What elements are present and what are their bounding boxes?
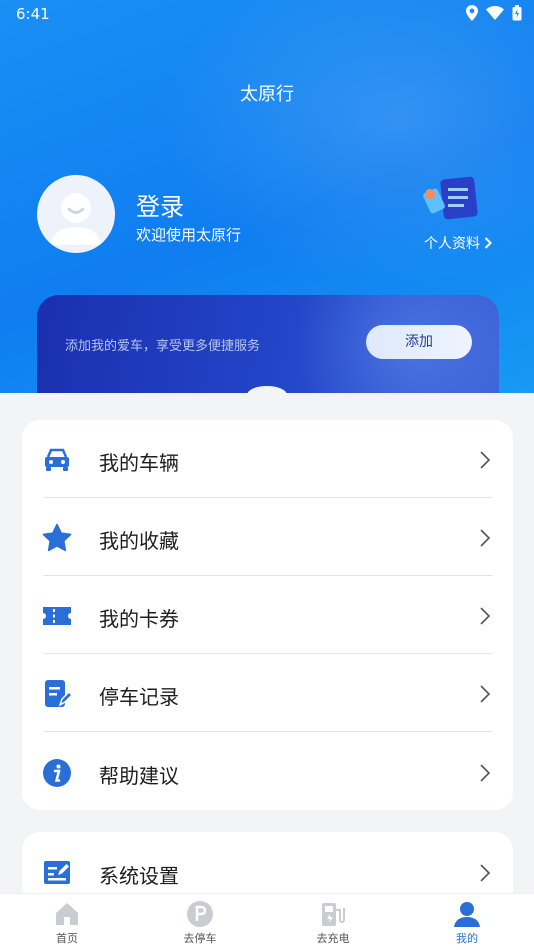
- wifi-icon: [486, 6, 504, 20]
- tab-charging[interactable]: 去充电: [293, 900, 373, 946]
- star-icon: [42, 523, 72, 552]
- ticket-icon: [43, 607, 71, 625]
- add-car-hint: 添加我的爱车，享受更多便捷服务: [65, 339, 261, 354]
- add-car-button[interactable]: 添加: [366, 325, 472, 359]
- page-title: 太原行: [240, 84, 294, 105]
- status-bar: 6:41: [0, 0, 534, 28]
- menu-item-vehicles[interactable]: 我的车辆: [22, 420, 513, 498]
- menu-label: 停车记录: [99, 685, 179, 709]
- info-icon: [43, 759, 71, 787]
- chevron-right-icon: [480, 685, 491, 703]
- sheet-notch: [247, 386, 287, 404]
- chevron-right-icon: [480, 529, 491, 547]
- tab-label: 首页: [56, 932, 78, 945]
- chevron-right-icon: [480, 451, 491, 469]
- chevron-right-icon: [484, 237, 492, 249]
- menu-label: 帮助建议: [99, 764, 179, 788]
- parking-icon: [187, 901, 213, 927]
- tab-label: 我的: [456, 932, 478, 945]
- status-icons: [466, 5, 522, 21]
- login-button[interactable]: 登录: [136, 187, 184, 222]
- chevron-right-icon: [480, 864, 491, 882]
- charging-icon: [322, 903, 345, 926]
- menu-card: 我的车辆 我的收藏 我的卡券 停车记录 帮助建议: [22, 420, 513, 810]
- menu-label: 我的收藏: [99, 529, 179, 553]
- bottom-tab-bar: 首页 去停车 去充电 我的: [0, 893, 534, 950]
- menu-item-favorites[interactable]: 我的收藏: [22, 498, 513, 576]
- settings-icon: [44, 861, 70, 884]
- record-icon: [45, 680, 72, 707]
- menu-label: 系统设置: [99, 864, 179, 888]
- battery-icon: [512, 5, 522, 21]
- menu-item-parking-records[interactable]: 停车记录: [22, 654, 513, 732]
- status-time: 6:41: [16, 5, 50, 23]
- chevron-right-icon: [480, 607, 491, 625]
- tab-home[interactable]: 首页: [27, 900, 107, 946]
- tab-label: 去充电: [316, 932, 350, 945]
- tab-parking[interactable]: 去停车: [160, 900, 240, 946]
- welcome-text: 欢迎使用太原行: [136, 226, 242, 244]
- divider: [43, 731, 493, 732]
- menu-item-help[interactable]: 帮助建议: [22, 733, 513, 811]
- menu-label: 我的车辆: [99, 451, 179, 475]
- menu-item-coupons[interactable]: 我的卡券: [22, 576, 513, 654]
- location-icon: [466, 5, 478, 21]
- car-icon: [45, 448, 69, 471]
- avatar[interactable]: [37, 175, 115, 253]
- home-icon: [56, 903, 78, 925]
- chevron-right-icon: [480, 764, 491, 782]
- default-avatar-icon: [51, 193, 101, 245]
- user-icon: [454, 902, 480, 927]
- profile-document-icon: [423, 176, 478, 220]
- menu-label: 我的卡券: [99, 607, 179, 631]
- profile-link-label: 个人资料: [424, 236, 480, 252]
- tab-mine[interactable]: 我的: [427, 900, 507, 946]
- tab-label: 去停车: [183, 932, 217, 945]
- profile-link[interactable]: 个人资料: [424, 233, 492, 253]
